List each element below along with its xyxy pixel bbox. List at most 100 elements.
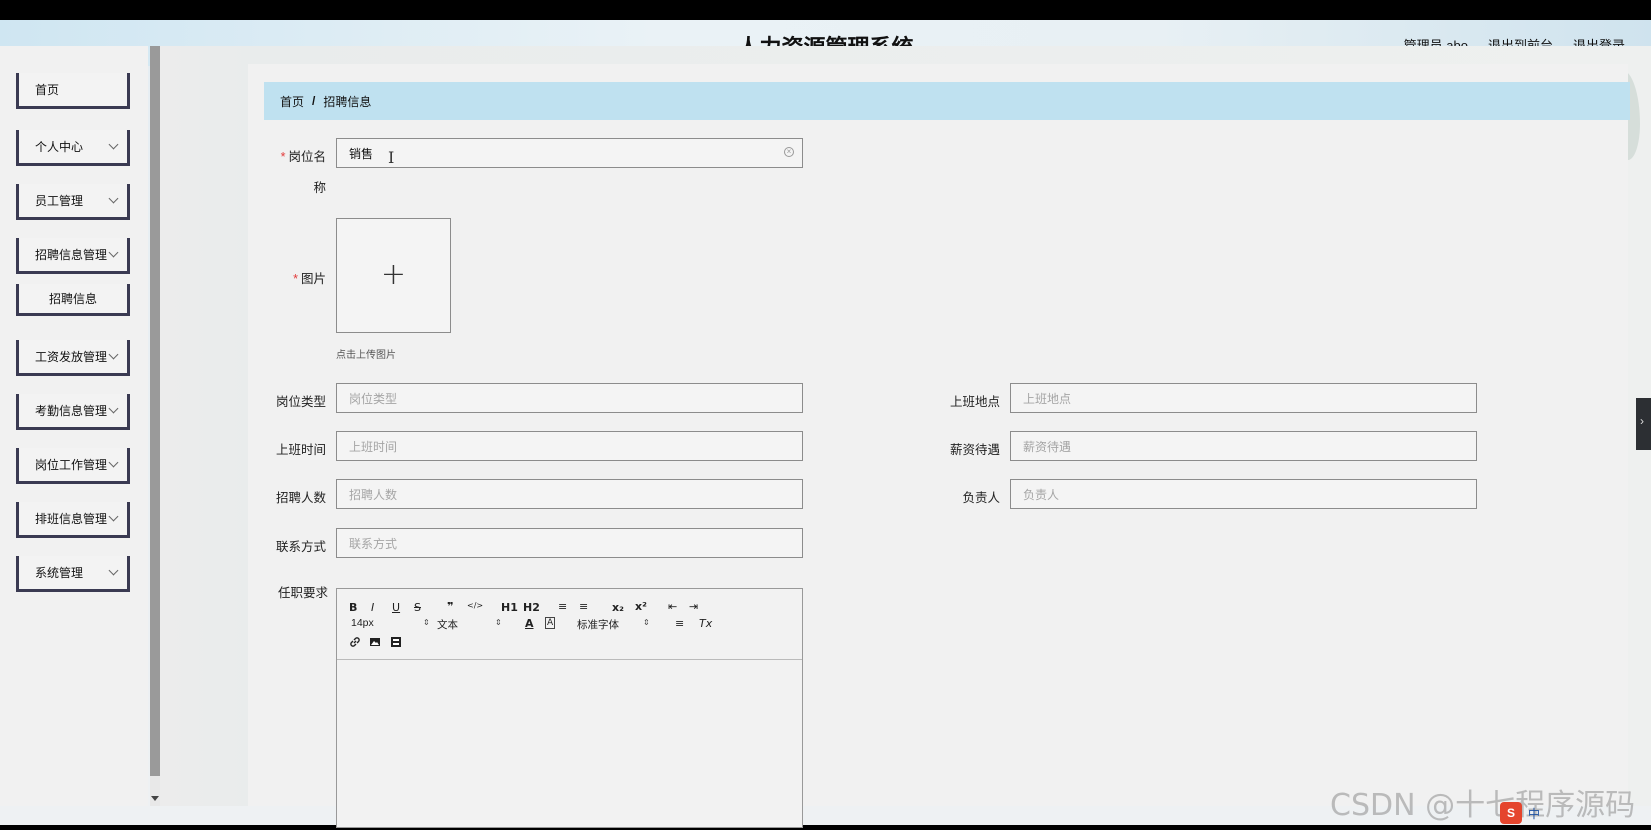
h2-button[interactable]: H2 (523, 601, 540, 614)
job-type-placeholder: 岗位类型 (349, 391, 398, 406)
job-name-input[interactable]: 销售 × (336, 138, 803, 168)
font-size-value: 14px (351, 617, 374, 629)
salary-placeholder: 薪资待遇 (1023, 439, 1072, 454)
chevron-right-icon: › (1640, 414, 1644, 428)
strike-button[interactable]: S (414, 601, 421, 614)
sidebar-item-salary[interactable]: 工资发放管理 (16, 340, 130, 376)
h1-button[interactable]: H1 (501, 601, 518, 614)
headcount-placeholder: 招聘人数 (349, 487, 398, 502)
ime-language-icon[interactable]: 中 (1528, 805, 1540, 822)
code-button[interactable]: </> (467, 601, 483, 610)
required-mark: * (293, 272, 298, 286)
chevron-down-icon (108, 403, 119, 414)
job-name-label-line1: 岗位名 (288, 150, 326, 164)
clean-format-icon[interactable]: Tx (699, 617, 712, 630)
underline-button[interactable]: U (392, 601, 400, 614)
chevron-down-icon (108, 349, 119, 360)
sidebar-item-label: 系统管理 (35, 566, 84, 580)
editor-toolbar: B I U S ❞ </> H1 H2 ≡ ≡ x₂ x² ⇤ ⇥ 14px ⇕… (337, 589, 802, 660)
outdent-icon[interactable]: ⇤ (668, 600, 677, 613)
breadcrumb-home[interactable]: 首页 (280, 93, 304, 110)
sidebar-subitem-label: 招聘信息 (48, 292, 97, 306)
paragraph-select[interactable]: 文本 ⇕ (437, 617, 507, 632)
location-input[interactable]: 上班地点 (1010, 383, 1477, 413)
work-time-placeholder: 上班时间 (349, 439, 398, 454)
superscript-button[interactable]: x² (635, 600, 647, 613)
manager-placeholder: 负责人 (1023, 487, 1060, 502)
bold-button[interactable]: B (349, 601, 357, 614)
job-type-input[interactable]: 岗位类型 (336, 383, 803, 413)
sidebar-item-employee[interactable]: 员工管理 (16, 184, 130, 220)
font-family-select[interactable]: 标准字体 ⇕ (577, 617, 657, 632)
manager-input[interactable]: 负责人 (1010, 479, 1477, 509)
updown-icon: ⇕ (495, 618, 502, 627)
updown-icon: ⇕ (423, 618, 430, 627)
upload-hint: 点击上传图片 (336, 350, 396, 361)
salary-input[interactable]: 薪资待遇 (1010, 431, 1477, 461)
breadcrumb: 首页 / 招聘信息 (264, 82, 1630, 120)
sidebar-item-recruit-management[interactable]: 招聘信息管理 (16, 238, 130, 274)
sidebar-item-position-work[interactable]: 岗位工作管理 (16, 448, 130, 484)
updown-icon: ⇕ (643, 618, 650, 627)
scroll-down-arrow-icon[interactable] (151, 796, 159, 801)
image-label-text: 图片 (300, 272, 326, 286)
breadcrumb-current: 招聘信息 (323, 94, 372, 109)
rich-text-editor[interactable]: B I U S ❞ </> H1 H2 ≡ ≡ x₂ x² ⇤ ⇥ 14px ⇕… (336, 588, 803, 828)
sidebar-item-label: 工资发放管理 (35, 350, 108, 364)
required-mark: * (280, 150, 286, 164)
quote-button[interactable]: ❞ (447, 600, 453, 613)
contact-label: 联系方式 (275, 540, 326, 554)
chevron-down-icon (108, 457, 119, 468)
salary-label: 薪资待遇 (949, 443, 1000, 457)
sidebar-scrollbar-thumb[interactable] (150, 46, 160, 776)
bullet-list-icon[interactable]: ≡ (579, 600, 588, 613)
link-icon[interactable] (349, 636, 361, 651)
subscript-button[interactable]: x₂ (612, 601, 624, 614)
sidebar-item-label: 招聘信息管理 (35, 248, 108, 262)
chevron-down-icon (108, 139, 119, 150)
clear-icon[interactable]: × (784, 147, 794, 157)
location-label: 上班地点 (949, 395, 1000, 409)
image-upload-button[interactable]: + (336, 218, 451, 333)
ordered-list-icon[interactable]: ≡ (558, 600, 567, 613)
background-color-button[interactable]: A (545, 617, 556, 629)
chevron-down-icon (108, 247, 119, 258)
contact-input[interactable]: 联系方式 (336, 528, 803, 558)
location-placeholder: 上班地点 (1023, 391, 1072, 406)
sidebar-item-schedule[interactable]: 排班信息管理 (16, 502, 130, 538)
breadcrumb-separator: / (312, 94, 316, 108)
ime-toolbar[interactable]: S 中 (1500, 802, 1540, 824)
work-time-label: 上班时间 (275, 443, 326, 457)
image-icon[interactable] (369, 636, 381, 651)
sidebar-item-attendance[interactable]: 考勤信息管理 (16, 394, 130, 430)
chevron-down-icon (108, 565, 119, 576)
align-icon[interactable]: ≡ (675, 617, 684, 630)
video-icon[interactable] (390, 636, 402, 651)
sidebar-item-home[interactable]: 首页 (16, 73, 130, 109)
work-time-input[interactable]: 上班时间 (336, 431, 803, 461)
sidebar-item-label: 岗位工作管理 (35, 458, 108, 472)
image-label: * 图片 (270, 268, 326, 287)
italic-button[interactable]: I (371, 601, 374, 614)
sidebar-item-label: 首页 (35, 83, 60, 97)
font-color-button[interactable]: A (525, 617, 534, 630)
sidebar-item-label: 个人中心 (35, 140, 84, 154)
headcount-input[interactable]: 招聘人数 (336, 479, 803, 509)
sidebar-item-label: 排班信息管理 (35, 512, 108, 526)
sidebar-item-personal-center[interactable]: 个人中心 (16, 130, 130, 166)
manager-label: 负责人 (962, 491, 1000, 505)
font-size-select[interactable]: 14px ⇕ (351, 617, 430, 629)
paragraph-value: 文本 (437, 619, 458, 631)
sidebar-item-label: 员工管理 (35, 194, 84, 208)
sidebar-subitem-recruit-info[interactable]: 招聘信息 (16, 284, 130, 316)
job-name-label: * 岗位名 (270, 146, 326, 165)
sidebar-item-system[interactable]: 系统管理 (16, 556, 130, 592)
sidebar-item-label: 考勤信息管理 (35, 404, 108, 418)
side-panel-toggle[interactable]: › (1636, 398, 1651, 450)
plus-icon: + (380, 257, 407, 292)
indent-icon[interactable]: ⇥ (689, 600, 698, 613)
requirements-label: 任职要求 (277, 586, 328, 600)
job-name-label-line2: 称 (313, 181, 326, 195)
text-cursor-icon: I (388, 148, 395, 167)
ime-logo-icon[interactable]: S (1500, 802, 1522, 824)
